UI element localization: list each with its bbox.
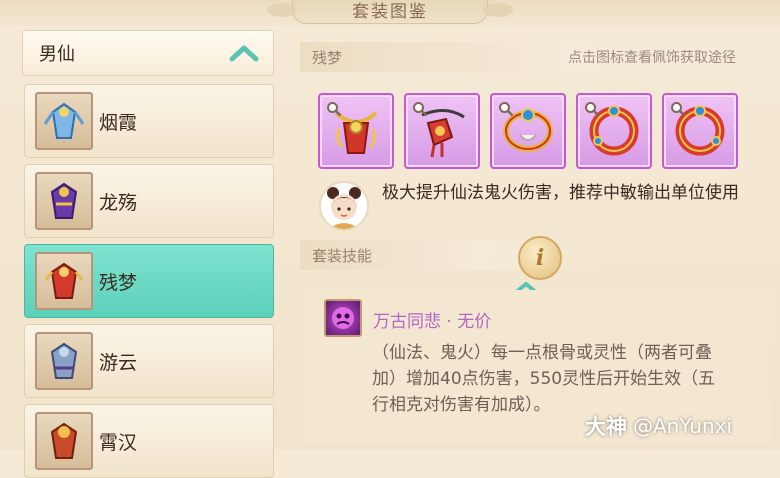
watermark: 大神 @AnYunxi — [585, 411, 732, 441]
accessory-necklace[interactable] — [318, 93, 394, 169]
outfit-yanxia-icon — [35, 92, 93, 150]
chevron-up-icon[interactable] — [229, 43, 259, 63]
category-header[interactable]: 男仙 — [22, 30, 274, 76]
npc-avatar — [319, 181, 369, 231]
set-list: 男仙 烟霞 龙殇 残梦 游云 霄汉 — [22, 26, 276, 478]
accessory-bracelet-right[interactable] — [662, 93, 738, 169]
magnifier-icon — [413, 102, 428, 117]
accessory-bracelet-left[interactable] — [576, 93, 652, 169]
set-item-label: 残梦 — [99, 271, 138, 294]
window-title-text: 套装图鉴 — [352, 1, 428, 22]
skill-name: 万古同悲 · 无价 — [373, 312, 492, 332]
set-item-yanxia[interactable]: 烟霞 — [24, 84, 274, 158]
set-item-canmeng[interactable]: 残梦 — [24, 244, 274, 318]
cloud-ornament-left — [267, 3, 297, 17]
set-name: 残梦 — [312, 48, 343, 67]
skill-ghost-fire-icon[interactable] — [324, 299, 362, 337]
magnifier-icon — [327, 102, 342, 117]
outfit-youyun-icon — [35, 332, 93, 390]
watermark-brand: 大神 — [585, 415, 627, 439]
accessory-ring[interactable] — [490, 93, 566, 169]
set-description: 极大提升仙法鬼火伤害，推荐中敏输出单位使用 — [382, 183, 739, 203]
set-item-label: 游云 — [99, 351, 138, 374]
set-item-xiaohan[interactable]: 霄汉 — [24, 404, 274, 478]
set-item-label: 烟霞 — [99, 111, 138, 134]
magnifier-icon — [499, 102, 514, 117]
magnifier-icon — [585, 102, 600, 117]
window-title: 套装图鉴 — [267, 0, 513, 24]
outfit-longshang-icon — [35, 172, 93, 230]
magnifier-icon — [671, 102, 686, 117]
set-item-longshang[interactable]: 龙殇 — [24, 164, 274, 238]
cloud-ornament-right — [483, 3, 513, 17]
category-header-label: 男仙 — [39, 44, 75, 65]
info-icon[interactable]: i — [518, 236, 562, 280]
set-item-label: 霄汉 — [99, 431, 138, 454]
set-item-label: 龙殇 — [99, 191, 138, 214]
skill-description: （仙法、鬼火）每一点根骨或灵性（两者可叠加）增加40点伤害，550灵性后开始生效… — [372, 343, 716, 415]
set-item-youyun[interactable]: 游云 — [24, 324, 274, 398]
outfit-canmeng-icon — [35, 252, 93, 310]
outfit-xiaohan-icon — [35, 412, 93, 470]
skill-section-label: 套装技能 — [312, 246, 373, 265]
watermark-handle: @AnYunxi — [633, 414, 733, 438]
hint-text: 点击图标查看佩饰获取途径 — [568, 50, 736, 66]
accessory-belt-pendant[interactable] — [404, 93, 480, 169]
